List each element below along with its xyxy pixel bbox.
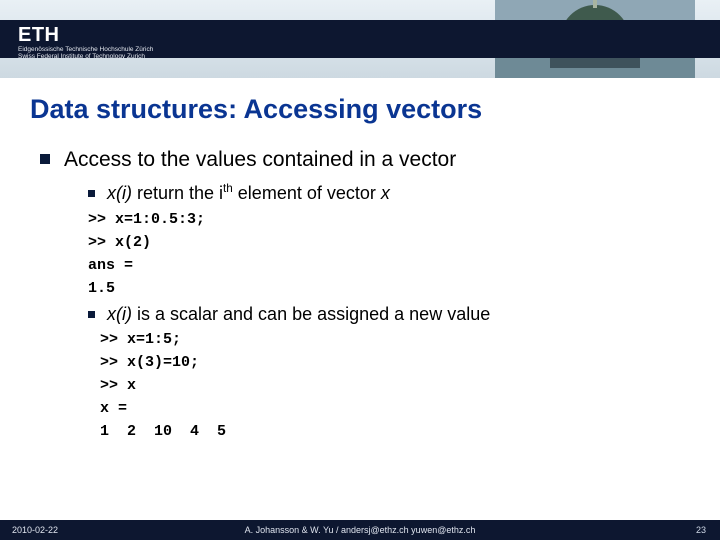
- code-line: ans =: [88, 257, 690, 274]
- bullet-text: x(i) return the ith element of vector x: [107, 182, 390, 205]
- superscript-th: th: [223, 182, 233, 195]
- term-xi: x(i): [107, 183, 132, 203]
- bullet-lvl2: x(i) return the ith element of vector x: [88, 182, 690, 205]
- square-bullet-icon: [40, 154, 50, 164]
- square-bullet-icon: [88, 190, 95, 197]
- term-x: x: [381, 183, 390, 203]
- eth-logo: ETH Eidgenössische Technische Hochschule…: [18, 24, 153, 60]
- code-line: 1.5: [88, 280, 690, 297]
- text-frag: return the i: [132, 183, 223, 203]
- bullet-lvl2: x(i) is a scalar and can be assigned a n…: [88, 303, 690, 326]
- term-xi: x(i): [107, 304, 132, 324]
- content-area: Access to the values contained in a vect…: [0, 125, 720, 540]
- logo-subtitle-de: Eidgenössische Technische Hochschule Zür…: [18, 46, 153, 53]
- code-line: >> x=1:0.5:3;: [88, 211, 690, 228]
- logo-text: ETH: [18, 24, 60, 46]
- bullet-text: Access to the values contained in a vect…: [64, 147, 456, 172]
- code-line: 1 2 10 4 5: [100, 423, 690, 440]
- footer-bar: 2010-02-22 A. Johansson & W. Yu / anders…: [0, 520, 720, 540]
- text-frag: element of vector: [233, 183, 381, 203]
- footer-authors: A. Johansson & W. Yu / andersj@ethz.ch y…: [0, 525, 720, 535]
- bullet-text: x(i) is a scalar and can be assigned a n…: [107, 303, 490, 326]
- page-number: 23: [696, 525, 706, 535]
- slide: ETH Eidgenössische Technische Hochschule…: [0, 0, 720, 540]
- code-line: x =: [100, 400, 690, 417]
- logo-subtitle-en: Swiss Federal Institute of Technology Zu…: [18, 53, 153, 60]
- square-bullet-icon: [88, 311, 95, 318]
- bullet-lvl1: Access to the values contained in a vect…: [40, 147, 690, 172]
- code-line: >> x: [100, 377, 690, 394]
- code-line: >> x=1:5;: [100, 331, 690, 348]
- header: ETH Eidgenössische Technische Hochschule…: [0, 0, 720, 78]
- text-frag: is a scalar and can be assigned a new va…: [132, 304, 490, 324]
- code-line: >> x(3)=10;: [100, 354, 690, 371]
- code-line: >> x(2): [88, 234, 690, 251]
- footer-date: 2010-02-22: [12, 525, 58, 535]
- slide-title: Data structures: Accessing vectors: [30, 94, 720, 125]
